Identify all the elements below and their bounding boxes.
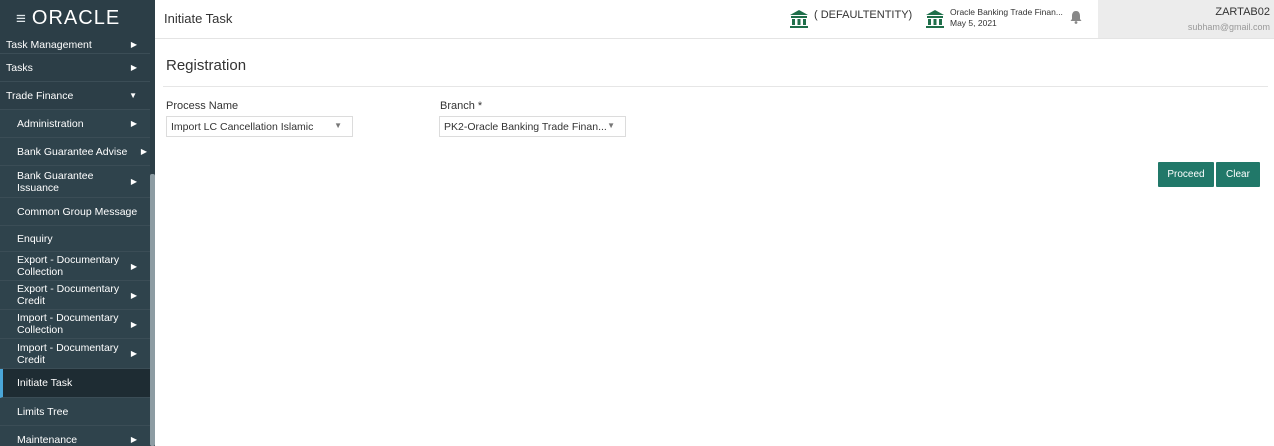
branch-value: PK2-Oracle Banking Trade Finan... xyxy=(444,120,607,133)
sidebar-item-export-documentary-credit[interactable]: Export - Documentary Credit ▶ xyxy=(0,281,153,310)
chevron-right-icon: ▶ xyxy=(130,119,137,128)
sidebar-item-label: Initiate Task xyxy=(17,377,73,389)
caret-down-icon: ▼ xyxy=(334,121,342,130)
proceed-button[interactable]: Proceed xyxy=(1158,162,1214,187)
bank-name: Oracle Banking Trade Finan... xyxy=(950,7,1063,17)
sidebar-item-label: Export - Documentary Collection xyxy=(17,254,120,278)
chevron-right-icon: ▶ xyxy=(130,40,137,49)
sidebar-item-bank-guarantee-advise[interactable]: Bank Guarantee Advise ▶ xyxy=(0,138,153,166)
chevron-right-icon: ▶ xyxy=(130,290,137,300)
chevron-right-icon: ▶ xyxy=(130,319,137,329)
sidebar-item-task-management[interactable]: Task Management ▶ xyxy=(0,36,153,54)
branch-info[interactable]: Oracle Banking Trade Finan... May 5, 202… xyxy=(950,7,1063,29)
process-name-value: Import LC Cancellation Islamic xyxy=(171,120,314,133)
sidebar-item-label: Enquiry xyxy=(17,232,53,245)
chevron-right-icon: ▶ xyxy=(130,349,137,358)
sidebar-item-label: Bank Guarantee Issuance xyxy=(17,169,94,194)
sidebar-item-label: Bank Guarantee Advise xyxy=(17,145,128,158)
bank-icon[interactable] xyxy=(925,9,945,29)
divider xyxy=(163,86,1268,87)
business-date: May 5, 2021 xyxy=(950,18,997,28)
chevron-right-icon: ▶ xyxy=(130,261,137,271)
chevron-right-icon: ▶ xyxy=(130,177,137,186)
chevron-down-icon: ▼ xyxy=(129,91,137,100)
sidebar-item-import-documentary-credit[interactable]: Import - Documentary Credit ▶ xyxy=(0,339,153,369)
caret-down-icon: ▼ xyxy=(607,121,615,130)
sidebar-item-label: Tasks xyxy=(6,61,33,74)
oracle-logo: ORACLE xyxy=(31,6,121,29)
branch-label: Branch * xyxy=(440,100,482,112)
required-marker: * xyxy=(477,100,483,112)
chevron-right-icon: ▶ xyxy=(130,63,137,72)
sidebar-item-label: Limits Tree xyxy=(17,405,69,418)
sidebar-item-limits-tree[interactable]: Limits Tree xyxy=(0,398,153,426)
sidebar-item-label: Import - Documentary Credit xyxy=(17,341,119,366)
sidebar: ≡ ORACLE Task Management ▶ Tasks ▶ Trade… xyxy=(0,0,155,446)
entity-label[interactable]: ( DEFAULTENTITY) xyxy=(814,9,912,21)
scrollbar-thumb[interactable] xyxy=(150,174,155,446)
process-name-select[interactable]: Import LC Cancellation Islamic ▼ xyxy=(166,116,353,137)
sidebar-item-label: Task Management xyxy=(6,38,92,51)
chevron-right-icon: ▶ xyxy=(140,147,147,156)
sidebar-item-label: Administration xyxy=(17,117,84,130)
process-name-label: Process Name xyxy=(166,100,239,112)
hamburger-icon[interactable]: ≡ xyxy=(16,10,26,27)
branch-select[interactable]: PK2-Oracle Banking Trade Finan... ▼ xyxy=(439,116,626,137)
sidebar-item-initiate-task[interactable]: Initiate Task xyxy=(0,369,153,398)
sidebar-item-tasks[interactable]: Tasks ▶ xyxy=(0,54,153,82)
section-title: Registration xyxy=(166,57,247,74)
page-title: Initiate Task xyxy=(164,11,233,26)
bell-icon[interactable] xyxy=(1070,10,1082,29)
clear-button[interactable]: Clear xyxy=(1216,162,1260,187)
branch-label-text: Branch xyxy=(440,100,475,112)
sidebar-item-enquiry[interactable]: Enquiry xyxy=(0,226,153,252)
sidebar-item-label: Import - Documentary Collection xyxy=(17,312,119,336)
sidebar-item-common-group-message[interactable]: Common Group Message xyxy=(0,198,153,226)
user-menu[interactable]: ZARTAB02 subham@gmail.com xyxy=(1098,0,1274,38)
user-name: ZARTAB02 xyxy=(1215,6,1270,18)
sidebar-scrollbar[interactable] xyxy=(150,36,155,446)
sidebar-item-administration[interactable]: Administration ▶ xyxy=(0,110,153,138)
sidebar-nav: Task Management ▶ Tasks ▶ Trade Finance … xyxy=(0,36,155,446)
chevron-right-icon: ▶ xyxy=(130,435,137,444)
sidebar-item-export-documentary-collection[interactable]: Export - Documentary Collection ▶ xyxy=(0,252,153,281)
sidebar-item-import-documentary-collection[interactable]: Import - Documentary Collection ▶ xyxy=(0,310,153,339)
sidebar-item-bank-guarantee-issuance[interactable]: Bank Guarantee Issuance ▶ xyxy=(0,166,153,198)
sidebar-item-label: Common Group Message xyxy=(17,205,138,218)
user-email: subham@gmail.com xyxy=(1187,22,1270,32)
sidebar-item-maintenance[interactable]: Maintenance ▶ xyxy=(0,426,153,446)
bank-icon[interactable] xyxy=(789,9,809,29)
sidebar-item-label: Trade Finance xyxy=(6,89,74,102)
sidebar-item-label: Maintenance xyxy=(17,433,78,446)
logo-bar: ≡ ORACLE xyxy=(0,0,155,36)
top-header: Initiate Task ( DEFAULTENTITY) Oracle Ba… xyxy=(155,0,1274,39)
sidebar-item-trade-finance[interactable]: Trade Finance ▼ xyxy=(0,82,153,110)
sidebar-item-label: Export - Documentary Credit xyxy=(17,283,120,307)
